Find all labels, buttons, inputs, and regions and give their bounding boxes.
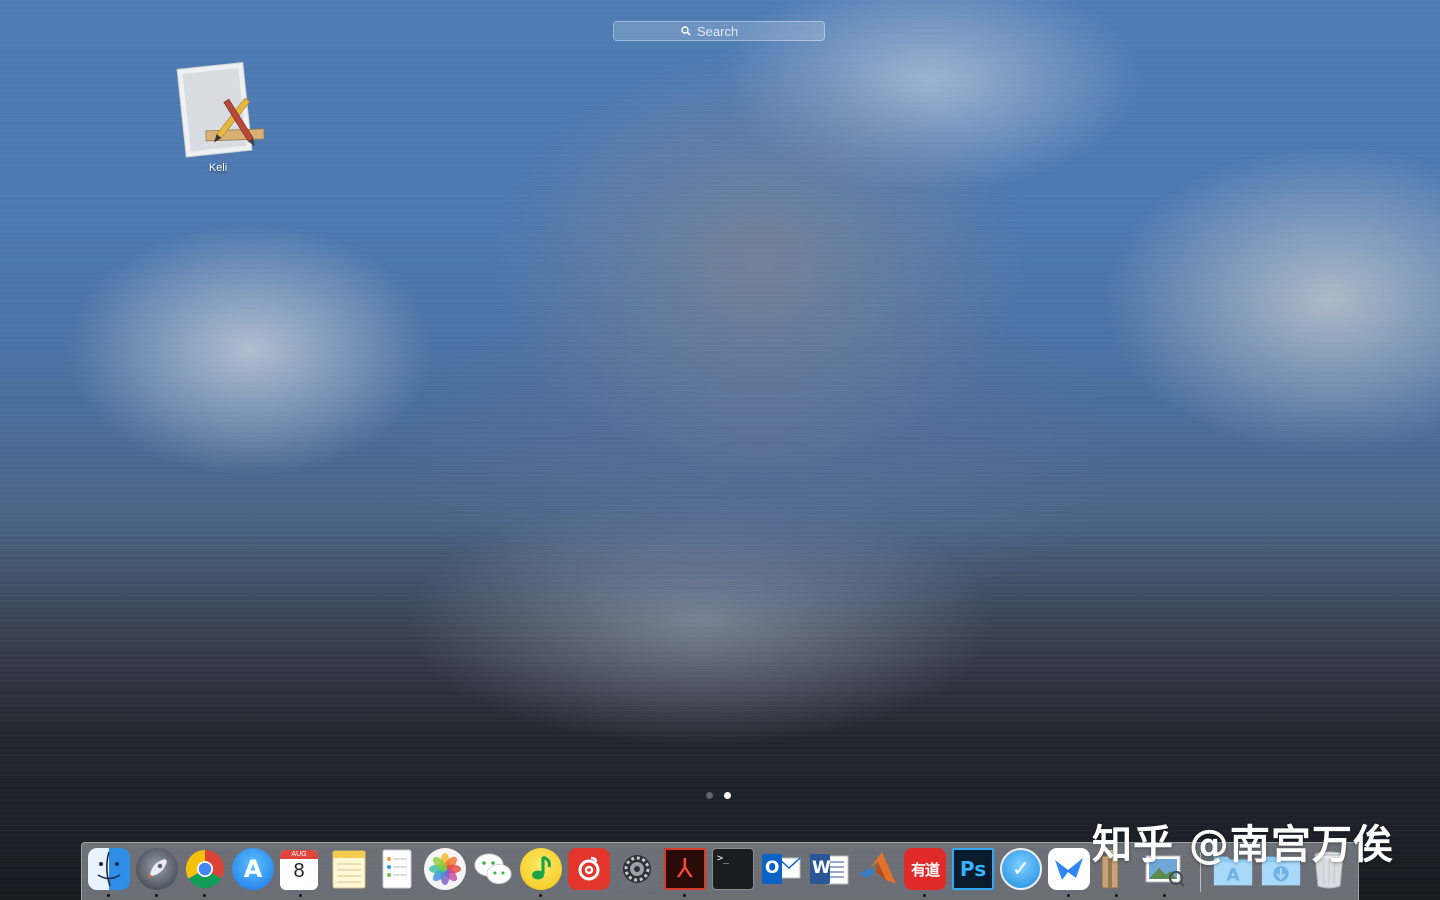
word-letter: W	[812, 858, 831, 878]
dock-app-reminders[interactable]	[376, 848, 418, 890]
terminal-icon: >_	[717, 853, 730, 864]
page-dot-1[interactable]	[706, 792, 713, 799]
dock-app-qq-music[interactable]	[520, 848, 562, 890]
dock-app-photos[interactable]	[424, 848, 466, 890]
running-indicator-qq-music	[539, 894, 542, 897]
dock-app-youdao[interactable]: 有道	[904, 848, 946, 890]
dock-app-tasks[interactable]: ✓	[1000, 848, 1042, 890]
dock-app-outlook[interactable]: O	[760, 848, 802, 890]
matlab-icon	[858, 852, 896, 884]
reminders-icon	[382, 849, 412, 889]
outlook-letter: O	[765, 858, 780, 878]
youdao-icon: 有道	[910, 860, 940, 879]
rocket-icon	[147, 859, 167, 879]
running-indicator-chrome	[203, 894, 206, 897]
running-indicator-feishu	[1067, 894, 1070, 897]
gear-icon	[623, 855, 651, 883]
running-indicator-archive	[1115, 894, 1118, 897]
dock-app-wechat[interactable]	[472, 848, 514, 890]
finder-icon	[97, 851, 121, 887]
photos-icon	[429, 853, 461, 885]
running-indicator-youdao	[923, 894, 926, 897]
running-indicator-calendar	[299, 894, 302, 897]
search-icon	[681, 26, 691, 36]
calendar-month: AUG	[280, 850, 318, 859]
zhihu-watermark: 知乎 @南宫万俟	[1092, 822, 1394, 868]
launchpad-app-keli[interactable]: Keli	[172, 60, 264, 174]
dock-app-notes[interactable]	[328, 848, 370, 890]
dock-app-chrome[interactable]	[184, 848, 226, 890]
app-label: Keli	[208, 162, 228, 174]
dock-app-app-store[interactable]: A	[232, 848, 274, 890]
running-indicator-preview	[1163, 894, 1166, 897]
checkmark-icon: ✓	[1011, 856, 1031, 882]
page-dot-2[interactable]	[724, 792, 731, 799]
dock-app-calendar[interactable]: AUG 8	[280, 850, 318, 890]
notes-icon	[332, 850, 366, 889]
launchpad-search-field[interactable]	[613, 21, 825, 41]
xcode-pencil-ruler-icon	[176, 62, 264, 158]
running-indicator-launchpad	[155, 894, 158, 897]
running-indicator-finder	[107, 894, 110, 897]
dock-app-terminal[interactable]: >_	[712, 848, 754, 890]
wechat-icon	[474, 853, 512, 884]
dock-app-system-preferences[interactable]	[616, 848, 658, 890]
dock-app-matlab[interactable]	[856, 848, 898, 890]
page-indicator	[706, 792, 731, 799]
dock-app-launchpad[interactable]	[136, 848, 178, 890]
dock-app-photoshop[interactable]: Ps	[952, 848, 994, 890]
search-input[interactable]	[697, 23, 757, 39]
dock-app-acrobat[interactable]: ⅄	[664, 848, 706, 890]
photoshop-icon: Ps	[959, 857, 987, 881]
app-store-icon: A	[243, 855, 263, 883]
chrome-icon	[185, 849, 225, 889]
bird-icon	[1055, 858, 1083, 880]
running-indicator-acrobat	[683, 894, 686, 897]
dock-app-word[interactable]: W	[808, 848, 850, 890]
dock-app-finder[interactable]	[88, 848, 130, 890]
acrobat-icon: ⅄	[677, 854, 693, 884]
netease-music-icon	[578, 856, 600, 881]
calendar-day: 8	[293, 860, 305, 882]
dock-app-netease-music[interactable]	[568, 848, 610, 890]
dock-app-feishu[interactable]	[1048, 848, 1090, 890]
music-note-icon	[532, 855, 551, 880]
